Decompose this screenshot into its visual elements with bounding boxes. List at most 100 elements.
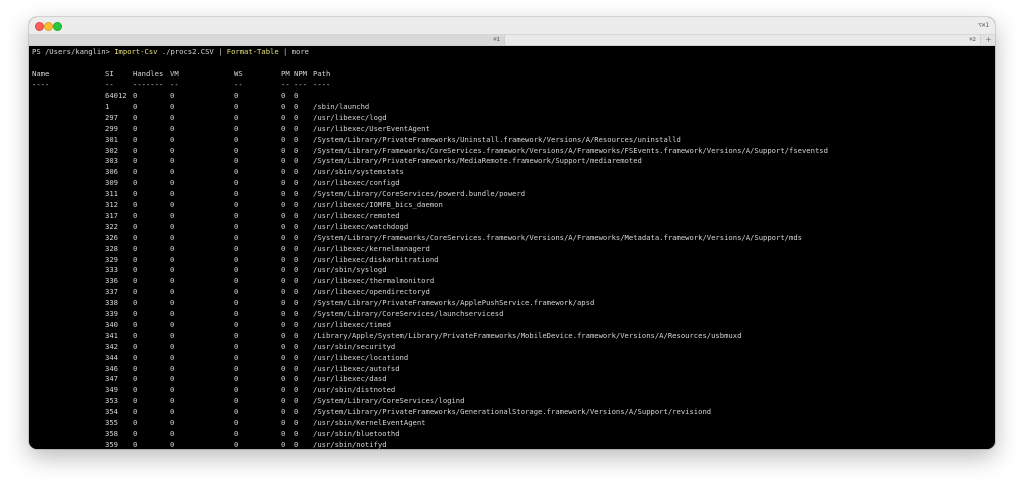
cell-path: /usr/sbin/securityd: [313, 341, 396, 351]
cell-ws: 0: [234, 178, 239, 188]
cell-si: 358: [105, 428, 118, 438]
cell-ws: 0: [234, 123, 239, 133]
cell-path: /usr/libexec/thermalmonitord: [313, 276, 435, 286]
tab-1[interactable]: ⌘1: [29, 35, 505, 45]
cell-pm: 0: [281, 330, 286, 340]
cell-pm: 0: [281, 167, 286, 177]
cell-path: /sbin/launchd: [313, 101, 370, 111]
table-row: 328 0 0 0 0 0/usr/libexec/kernelmanagerd: [32, 244, 992, 254]
cell-npm: 0: [294, 385, 299, 395]
cell-si: 346: [105, 363, 118, 373]
tab-2-shortcut: ⌘2: [969, 37, 976, 43]
cell-vm: 0: [170, 319, 175, 329]
cell-vm: 0: [170, 200, 175, 209]
cell-vm: 0: [170, 145, 175, 155]
cell-path: /usr/libexec/configd: [313, 178, 400, 188]
table-row: 341 0 0 0 0 0/Library/Apple/System/Library/Pr…: [32, 331, 992, 341]
separator-npm: ---: [294, 80, 307, 89]
cell-si: 303: [105, 156, 118, 166]
cell-pm: 0: [281, 287, 286, 297]
cell-npm: 0: [294, 407, 299, 417]
terminal-output[interactable]: PS /Users/kanglin> Import-Csv ./procs2.C…: [29, 46, 995, 449]
cell-vm: 0: [170, 363, 175, 373]
title-bar[interactable]: ⌥⌘1: [29, 17, 995, 35]
cell-path: /usr/libexec/timed: [313, 319, 391, 329]
cell-si: 322: [105, 221, 118, 231]
cell-npm: 0: [294, 254, 299, 264]
cell-vm: 0: [170, 101, 175, 111]
cell-si: 359: [105, 439, 118, 449]
cell-vm: 0: [170, 221, 175, 231]
cell-handles: 0: [133, 123, 138, 133]
cell-si: 353: [105, 396, 118, 406]
cell-path: /System/Library/PrivateFrameworks/Uninst…: [313, 134, 681, 144]
cell-si: 328: [105, 243, 118, 253]
cell-ws: 0: [234, 298, 239, 308]
cell-handles: 0: [133, 341, 138, 351]
cell-handles: 0: [133, 428, 138, 438]
cell-npm: 0: [294, 330, 299, 340]
table-separator: ---- -- ------- -- -- -- --- ----: [32, 80, 992, 90]
tab-1-shortcut: ⌘1: [493, 37, 500, 43]
new-tab-button[interactable]: +: [982, 35, 995, 45]
cell-npm: 0: [294, 319, 299, 329]
cell-handles: 0: [133, 178, 138, 188]
table-row: 311 0 0 0 0 0/System/Library/CoreServices/pow…: [32, 189, 992, 199]
cell-vm: 0: [170, 374, 175, 384]
tab-2[interactable]: ⌘2: [505, 35, 981, 45]
cell-handles: 0: [133, 112, 138, 122]
cell-path: /System/Library/PrivateFrameworks/AppleP…: [313, 298, 595, 308]
cell-handles: 0: [133, 210, 138, 220]
header-ws: WS: [234, 69, 243, 78]
cell-ws: 0: [234, 167, 239, 177]
cell-handles: 0: [133, 287, 138, 297]
cell-npm: 0: [294, 287, 299, 297]
header-npm: NPM: [294, 69, 307, 78]
cell-handles: 0: [133, 418, 138, 427]
cell-pm: 0: [281, 112, 286, 122]
table-row: 340 0 0 0 0 0/usr/libexec/timed: [32, 320, 992, 330]
separator-vm: --: [170, 80, 179, 89]
table-row: 326 0 0 0 0 0/System/Library/Frameworks/CoreS…: [32, 233, 992, 243]
close-window-button[interactable]: [35, 22, 44, 31]
cell-pm: 0: [281, 91, 286, 100]
table-row: 309 0 0 0 0 0/usr/libexec/configd: [32, 178, 992, 188]
cell-handles: 0: [133, 189, 138, 199]
command-path: ./procs2.CSV |: [161, 47, 223, 56]
cell-handles: 0: [133, 243, 138, 253]
cell-path: /System/Library/Frameworks/CoreServices.…: [313, 232, 802, 242]
table-row: 359 0 0 0 0 0/usr/sbin/notifyd: [32, 440, 992, 449]
cell-ws: 0: [234, 309, 239, 318]
cell-npm: 0: [294, 363, 299, 373]
zoom-window-button[interactable]: [53, 22, 62, 31]
cell-npm: 0: [294, 396, 299, 406]
cell-pm: 0: [281, 319, 286, 329]
tab-bar: ⌘1 ⌘2 +: [29, 35, 995, 46]
cell-path: /usr/libexec/locationd: [313, 352, 409, 362]
table-row: 336 0 0 0 0 0/usr/libexec/thermalmonitord: [32, 276, 992, 286]
cell-vm: 0: [170, 341, 175, 351]
cell-si: 338: [105, 298, 118, 308]
cell-handles: 0: [133, 385, 138, 395]
minimize-window-button[interactable]: [44, 22, 53, 31]
cell-handles: 0: [133, 91, 138, 100]
cell-pm: 0: [281, 178, 286, 188]
command-import-csv: Import-Csv: [114, 47, 158, 56]
cell-handles: 0: [133, 374, 138, 384]
cell-handles: 0: [133, 134, 138, 144]
cell-path: /usr/libexec/diskarbitrationd: [313, 254, 439, 264]
cell-handles: 0: [133, 254, 138, 264]
cell-handles: 0: [133, 309, 138, 318]
cell-si: 302: [105, 145, 118, 155]
cell-vm: 0: [170, 309, 175, 318]
cell-npm: 0: [294, 298, 299, 308]
cell-path: /usr/libexec/logd: [313, 112, 387, 122]
cell-vm: 0: [170, 407, 175, 417]
table-row: 1 0 0 0 0 0/sbin/launchd: [32, 102, 992, 112]
cell-npm: 0: [294, 418, 299, 427]
cell-pm: 0: [281, 341, 286, 351]
cell-ws: 0: [234, 91, 239, 100]
cell-handles: 0: [133, 265, 138, 275]
cell-si: 329: [105, 254, 118, 264]
cell-ws: 0: [234, 319, 239, 329]
